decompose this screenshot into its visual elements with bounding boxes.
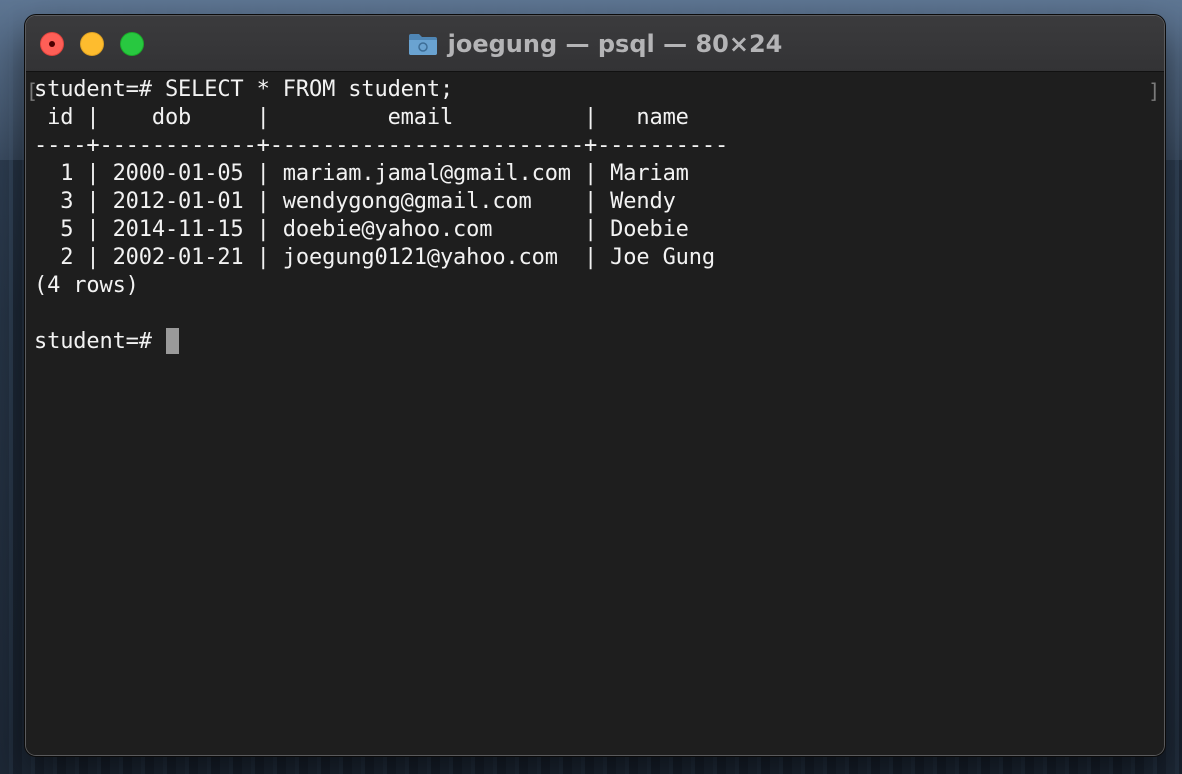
terminal-line-separator: ----+------------+----------------------… (34, 133, 729, 158)
terminal-content[interactable]: [ ] student=# SELECT * FROM student; id … (26, 72, 1164, 755)
terminal-line-header: id | dob | email | name (34, 105, 689, 130)
folder-icon (408, 32, 438, 56)
window-title: joegung — psql — 80×24 (447, 29, 783, 58)
window-title-group: joegung — psql — 80×24 (26, 16, 1164, 71)
terminal-line-command: student=# SELECT * FROM student; (34, 77, 454, 102)
terminal-prompt-line[interactable]: student=# (34, 328, 1164, 356)
terminal-line-row: 5 | 2014-11-15 | doebie@yahoo.com | Doeb… (34, 217, 689, 242)
terminal-prompt: student=# (34, 329, 165, 354)
terminal-window: joegung — psql — 80×24 [ ] student=# SEL… (25, 15, 1165, 756)
text-cursor (165, 328, 179, 354)
terminal-line-row: 3 | 2012-01-01 | wendygong@gmail.com | W… (34, 189, 676, 214)
terminal-line-row: 2 | 2002-01-21 | joegung0121@yahoo.com |… (34, 245, 715, 270)
scroll-marker-right: ] (1148, 79, 1160, 103)
title-bar[interactable]: joegung — psql — 80×24 (26, 16, 1164, 72)
scroll-marker-left: [ (26, 79, 38, 103)
terminal-line-row: 1 | 2000-01-05 | mariam.jamal@gmail.com … (34, 161, 689, 186)
terminal-line-rowcount: (4 rows) (34, 273, 139, 298)
